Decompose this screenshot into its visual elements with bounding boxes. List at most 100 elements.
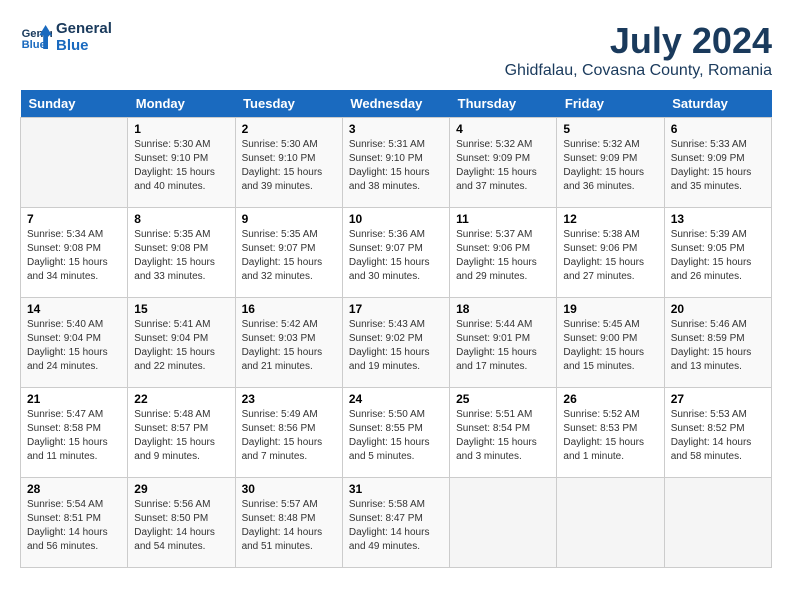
day-info: Sunrise: 5:48 AM Sunset: 8:57 PM Dayligh… bbox=[134, 408, 228, 464]
day-info: Sunrise: 5:58 AM Sunset: 8:47 PM Dayligh… bbox=[349, 498, 443, 554]
calendar-cell: 5 Sunrise: 5:32 AM Sunset: 9:09 PM Daylig… bbox=[557, 118, 664, 208]
calendar-cell: 29Sunrise: 5:56 AM Sunset: 8:50 PM Dayli… bbox=[128, 478, 235, 568]
header-friday: Friday bbox=[557, 90, 664, 118]
day-info: Sunrise: 5:56 AM Sunset: 8:50 PM Dayligh… bbox=[134, 498, 228, 554]
day-info: Sunrise: 5:43 AM Sunset: 9:02 PM Dayligh… bbox=[349, 318, 443, 374]
logo-general: General bbox=[56, 20, 112, 37]
calendar-cell: 13Sunrise: 5:39 AM Sunset: 9:05 PM Dayli… bbox=[664, 208, 771, 298]
logo-blue: Blue bbox=[56, 37, 112, 54]
day-number: 10 bbox=[349, 212, 443, 226]
day-number: 8 bbox=[134, 212, 228, 226]
page-header: General Blue General Blue July 2024 Ghid… bbox=[20, 20, 772, 80]
day-info: Sunrise: 5:32 AM Sunset: 9:09 PM Dayligh… bbox=[456, 138, 550, 194]
week-row-4: 21 Sunrise: 5:47 AM Sunset: 8:58 PM Dayli… bbox=[21, 388, 772, 478]
calendar-header-row: SundayMondayTuesdayWednesdayThursdayFrid… bbox=[21, 90, 772, 118]
header-monday: Monday bbox=[128, 90, 235, 118]
day-number: 15 bbox=[134, 302, 228, 316]
calendar-cell: 9 Sunrise: 5:35 AM Sunset: 9:07 PM Daylig… bbox=[235, 208, 342, 298]
calendar-cell: 1 Sunrise: 5:30 AM Sunset: 9:10 PM Daylig… bbox=[128, 118, 235, 208]
header-tuesday: Tuesday bbox=[235, 90, 342, 118]
day-info: Sunrise: 5:38 AM Sunset: 9:06 PM Dayligh… bbox=[563, 228, 657, 284]
day-number: 24 bbox=[349, 392, 443, 406]
day-number: 4 bbox=[456, 122, 550, 136]
day-info: Sunrise: 5:42 AM Sunset: 9:03 PM Dayligh… bbox=[242, 318, 336, 374]
day-number: 12 bbox=[563, 212, 657, 226]
day-number: 25 bbox=[456, 392, 550, 406]
title-area: July 2024 Ghidfalau, Covasna County, Rom… bbox=[505, 20, 772, 80]
day-number: 27 bbox=[671, 392, 765, 406]
day-info: Sunrise: 5:30 AM Sunset: 9:10 PM Dayligh… bbox=[134, 138, 228, 194]
header-wednesday: Wednesday bbox=[342, 90, 449, 118]
calendar-cell: 19 Sunrise: 5:45 AM Sunset: 9:00 PM Dayli… bbox=[557, 298, 664, 388]
calendar-cell: 14Sunrise: 5:40 AM Sunset: 9:04 PM Dayli… bbox=[21, 298, 128, 388]
day-info: Sunrise: 5:41 AM Sunset: 9:04 PM Dayligh… bbox=[134, 318, 228, 374]
calendar-cell: 23 Sunrise: 5:49 AM Sunset: 8:56 PM Dayli… bbox=[235, 388, 342, 478]
day-info: Sunrise: 5:45 AM Sunset: 9:00 PM Dayligh… bbox=[563, 318, 657, 374]
calendar-cell: 6Sunrise: 5:33 AM Sunset: 9:09 PM Daylig… bbox=[664, 118, 771, 208]
day-number: 9 bbox=[242, 212, 336, 226]
day-info: Sunrise: 5:46 AM Sunset: 8:59 PM Dayligh… bbox=[671, 318, 765, 374]
calendar-cell: 7Sunrise: 5:34 AM Sunset: 9:08 PM Daylig… bbox=[21, 208, 128, 298]
day-info: Sunrise: 5:40 AM Sunset: 9:04 PM Dayligh… bbox=[27, 318, 121, 374]
day-info: Sunrise: 5:30 AM Sunset: 9:10 PM Dayligh… bbox=[242, 138, 336, 194]
calendar-cell: 22 Sunrise: 5:48 AM Sunset: 8:57 PM Dayli… bbox=[128, 388, 235, 478]
day-info: Sunrise: 5:54 AM Sunset: 8:51 PM Dayligh… bbox=[27, 498, 121, 554]
calendar-body: 1 Sunrise: 5:30 AM Sunset: 9:10 PM Daylig… bbox=[21, 118, 772, 568]
logo-icon: General Blue bbox=[20, 21, 52, 53]
day-info: Sunrise: 5:31 AM Sunset: 9:10 PM Dayligh… bbox=[349, 138, 443, 194]
calendar-cell bbox=[450, 478, 557, 568]
day-info: Sunrise: 5:32 AM Sunset: 9:09 PM Dayligh… bbox=[563, 138, 657, 194]
calendar-cell: 2 Sunrise: 5:30 AM Sunset: 9:10 PM Daylig… bbox=[235, 118, 342, 208]
calendar-cell: 16 Sunrise: 5:42 AM Sunset: 9:03 PM Dayli… bbox=[235, 298, 342, 388]
day-number: 2 bbox=[242, 122, 336, 136]
week-row-2: 7Sunrise: 5:34 AM Sunset: 9:08 PM Daylig… bbox=[21, 208, 772, 298]
day-number: 1 bbox=[134, 122, 228, 136]
day-number: 7 bbox=[27, 212, 121, 226]
header-thursday: Thursday bbox=[450, 90, 557, 118]
calendar-cell: 20Sunrise: 5:46 AM Sunset: 8:59 PM Dayli… bbox=[664, 298, 771, 388]
header-saturday: Saturday bbox=[664, 90, 771, 118]
subtitle: Ghidfalau, Covasna County, Romania bbox=[505, 62, 772, 80]
header-sunday: Sunday bbox=[21, 90, 128, 118]
day-info: Sunrise: 5:35 AM Sunset: 9:08 PM Dayligh… bbox=[134, 228, 228, 284]
day-info: Sunrise: 5:37 AM Sunset: 9:06 PM Dayligh… bbox=[456, 228, 550, 284]
day-number: 23 bbox=[242, 392, 336, 406]
day-number: 5 bbox=[563, 122, 657, 136]
main-title: July 2024 bbox=[505, 20, 772, 62]
day-number: 3 bbox=[349, 122, 443, 136]
calendar-cell: 18Sunrise: 5:44 AM Sunset: 9:01 PM Dayli… bbox=[450, 298, 557, 388]
logo: General Blue General Blue bbox=[20, 20, 112, 54]
day-info: Sunrise: 5:35 AM Sunset: 9:07 PM Dayligh… bbox=[242, 228, 336, 284]
calendar-cell: 30Sunrise: 5:57 AM Sunset: 8:48 PM Dayli… bbox=[235, 478, 342, 568]
calendar-table: SundayMondayTuesdayWednesdayThursdayFrid… bbox=[20, 90, 772, 568]
calendar-cell: 12 Sunrise: 5:38 AM Sunset: 9:06 PM Dayli… bbox=[557, 208, 664, 298]
calendar-cell bbox=[557, 478, 664, 568]
day-info: Sunrise: 5:53 AM Sunset: 8:52 PM Dayligh… bbox=[671, 408, 765, 464]
calendar-cell: 10Sunrise: 5:36 AM Sunset: 9:07 PM Dayli… bbox=[342, 208, 449, 298]
day-number: 21 bbox=[27, 392, 121, 406]
svg-text:Blue: Blue bbox=[22, 39, 46, 51]
day-number: 26 bbox=[563, 392, 657, 406]
day-number: 19 bbox=[563, 302, 657, 316]
day-number: 22 bbox=[134, 392, 228, 406]
day-number: 17 bbox=[349, 302, 443, 316]
day-number: 16 bbox=[242, 302, 336, 316]
calendar-cell: 24Sunrise: 5:50 AM Sunset: 8:55 PM Dayli… bbox=[342, 388, 449, 478]
calendar-cell: 3 Sunrise: 5:31 AM Sunset: 9:10 PM Daylig… bbox=[342, 118, 449, 208]
day-info: Sunrise: 5:47 AM Sunset: 8:58 PM Dayligh… bbox=[27, 408, 121, 464]
calendar-cell: 8 Sunrise: 5:35 AM Sunset: 9:08 PM Daylig… bbox=[128, 208, 235, 298]
day-info: Sunrise: 5:49 AM Sunset: 8:56 PM Dayligh… bbox=[242, 408, 336, 464]
calendar-cell: 28Sunrise: 5:54 AM Sunset: 8:51 PM Dayli… bbox=[21, 478, 128, 568]
calendar-cell bbox=[21, 118, 128, 208]
day-number: 11 bbox=[456, 212, 550, 226]
calendar-cell: 11 Sunrise: 5:37 AM Sunset: 9:06 PM Dayli… bbox=[450, 208, 557, 298]
calendar-cell bbox=[664, 478, 771, 568]
calendar-cell: 31Sunrise: 5:58 AM Sunset: 8:47 PM Dayli… bbox=[342, 478, 449, 568]
day-info: Sunrise: 5:52 AM Sunset: 8:53 PM Dayligh… bbox=[563, 408, 657, 464]
calendar-cell: 26 Sunrise: 5:52 AM Sunset: 8:53 PM Dayli… bbox=[557, 388, 664, 478]
calendar-cell: 25Sunrise: 5:51 AM Sunset: 8:54 PM Dayli… bbox=[450, 388, 557, 478]
day-number: 30 bbox=[242, 482, 336, 496]
calendar-cell: 21 Sunrise: 5:47 AM Sunset: 8:58 PM Dayli… bbox=[21, 388, 128, 478]
week-row-5: 28Sunrise: 5:54 AM Sunset: 8:51 PM Dayli… bbox=[21, 478, 772, 568]
week-row-3: 14Sunrise: 5:40 AM Sunset: 9:04 PM Dayli… bbox=[21, 298, 772, 388]
